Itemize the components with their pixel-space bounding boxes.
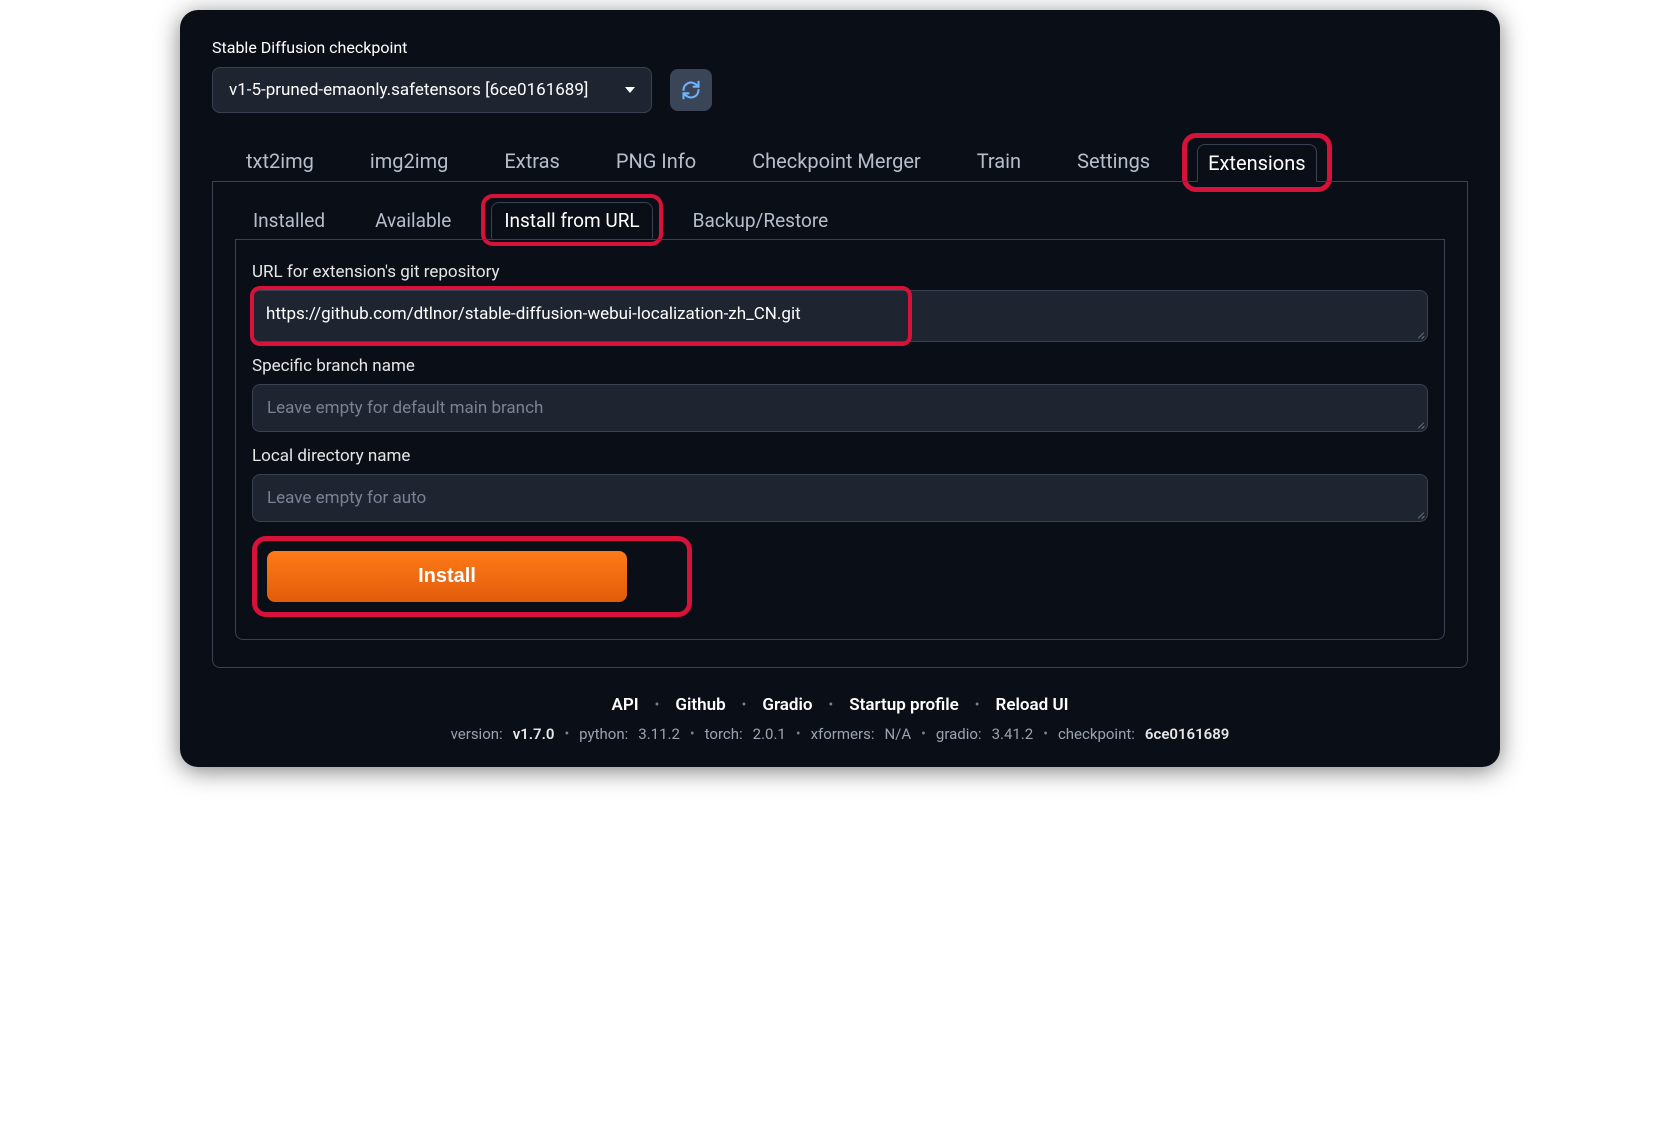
tab-txt2img[interactable]: txt2img [236,143,324,182]
footer-link-github[interactable]: Github [675,695,725,715]
checkpoint-value: v1-5-pruned-emaonly.safetensors [6ce0161… [229,80,588,100]
url-field-label: URL for extension's git repository [252,262,1428,282]
main-tabs: txt2img img2img Extras PNG Info Checkpoi… [212,143,1468,182]
app-window: Stable Diffusion checkpoint v1-5-pruned-… [180,10,1500,767]
gradio-value: 3.41.2 [992,725,1034,743]
footer-meta: version: v1.7.0 • python: 3.11.2 • torch… [212,725,1468,743]
separator-dot: • [655,697,660,713]
tab-png-info[interactable]: PNG Info [606,143,706,182]
extensions-panel: Installed Available Install from URL Bac… [212,181,1468,668]
xformers-label: xformers: [811,725,875,743]
checkpoint-value: 6ce0161689 [1145,725,1229,743]
tab-settings[interactable]: Settings [1067,143,1160,182]
footer: API • Github • Gradio • Startup profile … [212,695,1468,743]
subtab-installed[interactable]: Installed [241,203,337,238]
install-from-url-panel: URL for extension's git repository https… [235,239,1445,640]
tab-train[interactable]: Train [967,143,1031,182]
python-value: 3.11.2 [638,725,680,743]
footer-link-gradio[interactable]: Gradio [762,695,812,715]
python-label: python: [579,725,628,743]
version-value: v1.7.0 [513,725,555,743]
checkpoint-label: Stable Diffusion checkpoint [212,38,1468,57]
checkpoint-select[interactable]: v1-5-pruned-emaonly.safetensors [6ce0161… [212,67,652,113]
top-row: v1-5-pruned-emaonly.safetensors [6ce0161… [212,67,1468,113]
chevron-down-icon [625,87,635,93]
dirname-input[interactable] [252,474,1428,522]
install-button[interactable]: Install [267,551,627,602]
separator-dot: • [829,697,834,713]
subtab-backup-restore[interactable]: Backup/Restore [681,203,841,238]
branch-input[interactable] [252,384,1428,432]
url-input-container: https://github.com/dtlnor/stable-diffusi… [252,290,1428,342]
tab-img2img[interactable]: img2img [360,143,459,182]
separator-dot: • [742,697,747,713]
tab-extensions[interactable]: Extensions [1197,144,1316,182]
version-label: version: [451,725,503,743]
footer-link-api[interactable]: API [611,695,638,715]
separator-dot: • [975,697,980,713]
dirname-field-label: Local directory name [252,446,1428,466]
footer-link-reload-ui[interactable]: Reload UI [996,695,1069,715]
footer-links: API • Github • Gradio • Startup profile … [212,695,1468,715]
refresh-checkpoint-button[interactable] [670,69,712,111]
checkpoint-label: checkpoint: [1058,725,1135,743]
tab-checkpoint-merger[interactable]: Checkpoint Merger [742,143,931,182]
branch-field-label: Specific branch name [252,356,1428,376]
xformers-value: N/A [884,725,911,743]
url-input-value: https://github.com/dtlnor/stable-diffusi… [266,304,801,324]
torch-label: torch: [705,725,743,743]
extensions-sub-tabs: Installed Available Install from URL Bac… [235,200,1445,240]
refresh-icon [681,80,701,100]
subtab-available[interactable]: Available [363,203,463,238]
torch-value: 2.0.1 [753,725,786,743]
install-button-wrap: Install [252,536,1428,617]
tab-extras[interactable]: Extras [494,143,569,182]
highlight-install-from-url-tab: Install from URL [481,194,662,246]
footer-link-startup-profile[interactable]: Startup profile [849,695,959,715]
subtab-install-from-url[interactable]: Install from URL [491,202,652,239]
highlight-install-button: Install [252,536,692,617]
gradio-label: gradio: [936,725,982,743]
